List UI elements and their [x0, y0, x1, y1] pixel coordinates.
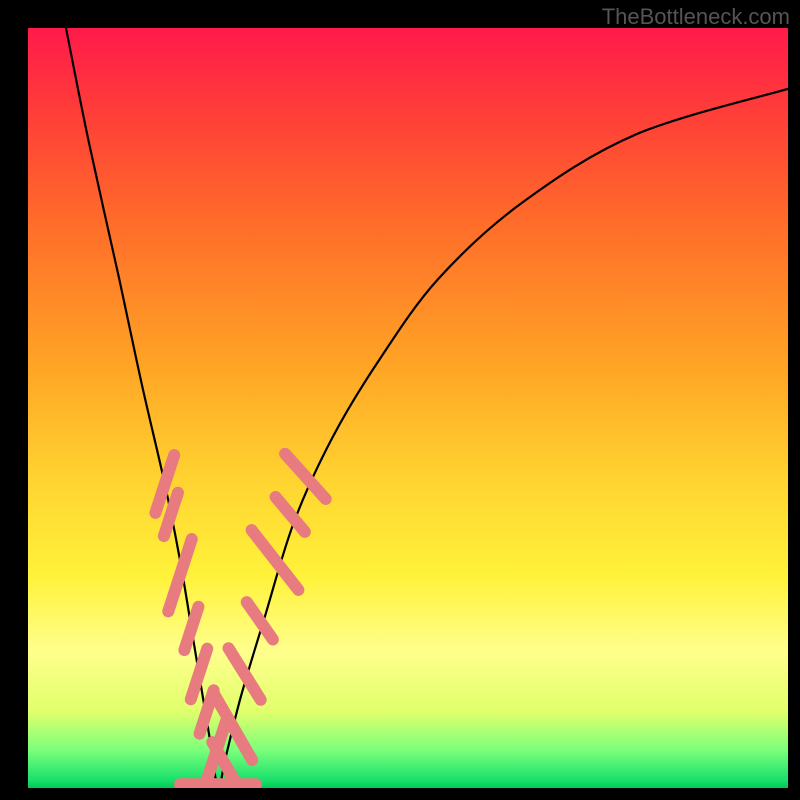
chart-frame: TheBottleneck.com — [0, 0, 800, 800]
curve-overlay — [28, 28, 788, 788]
data-point — [238, 594, 281, 648]
watermark-text: TheBottleneck.com — [602, 4, 790, 30]
data-point-markers — [148, 445, 334, 788]
data-point — [220, 640, 269, 708]
bottleneck-curve — [66, 28, 788, 788]
data-point — [243, 522, 307, 599]
data-point — [174, 778, 262, 788]
data-point — [277, 445, 335, 507]
plot-area — [28, 28, 788, 788]
